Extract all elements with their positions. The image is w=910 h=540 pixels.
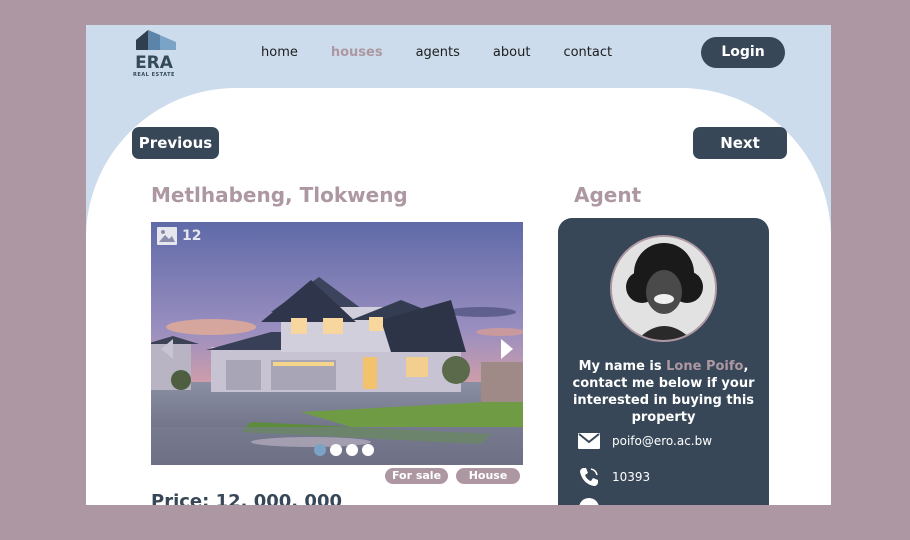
brand-tagline: REAL ESTATE (133, 72, 175, 78)
page-frame: ERA REAL ESTATE home houses agents about… (86, 25, 831, 505)
agent-email: poifo@ero.ac.bw (612, 434, 713, 448)
photo-dots (314, 444, 374, 456)
agent-name: Lone Poifo (666, 359, 744, 374)
tag-for-sale: For sale (385, 468, 448, 484)
agent-card: My name is Lone Poifo, contact me below … (558, 218, 769, 505)
listing-tags: For sale House (385, 468, 520, 484)
whatsapp-icon (579, 498, 599, 505)
agent-email-row[interactable]: poifo@ero.ac.bw (578, 433, 712, 449)
nav-houses[interactable]: houses (331, 45, 383, 60)
listing-location: Metlhabeng, Tlokweng (151, 183, 408, 207)
house-logo-icon (136, 30, 176, 50)
login-button[interactable]: Login (701, 37, 785, 68)
phone-icon (580, 468, 598, 486)
agent-phone: 10393 (612, 470, 651, 484)
main-nav: home houses agents about contact (261, 45, 645, 60)
brand-name: ERA (135, 53, 173, 73)
agent-message: My name is Lone Poifo, contact me below … (568, 358, 759, 426)
agent-phone-row[interactable]: 10393 (578, 466, 650, 488)
photo-count-value: 12 (182, 228, 202, 244)
nav-about[interactable]: about (493, 45, 531, 60)
carousel-dot[interactable] (314, 444, 326, 456)
carousel-dot[interactable] (330, 444, 342, 456)
carousel-dot[interactable] (362, 444, 374, 456)
agent-intro: My name is (578, 359, 667, 374)
image-icon (157, 227, 177, 245)
brand-logo[interactable]: ERA REAL ESTATE (132, 28, 176, 80)
agent-heading: Agent (574, 183, 642, 207)
carousel-dot[interactable] (346, 444, 358, 456)
nav-home[interactable]: home (261, 45, 298, 60)
house-photo-image (151, 222, 523, 465)
listing-photo[interactable]: 12 (151, 222, 523, 465)
photo-count: 12 (156, 226, 201, 246)
tag-house: House (456, 468, 520, 484)
chevron-right-icon[interactable] (499, 338, 515, 360)
next-button[interactable]: Next (693, 127, 787, 159)
nav-agents[interactable]: agents (416, 45, 460, 60)
previous-button[interactable]: Previous (132, 127, 219, 159)
avatar (610, 235, 717, 342)
listing-price: Price: 12, 000, 000 (151, 491, 342, 505)
nav-contact[interactable]: contact (563, 45, 612, 60)
agent-photo (612, 237, 715, 340)
agent-contact-row[interactable] (578, 497, 600, 505)
mail-icon (578, 433, 600, 449)
chevron-left-icon[interactable] (159, 338, 175, 360)
